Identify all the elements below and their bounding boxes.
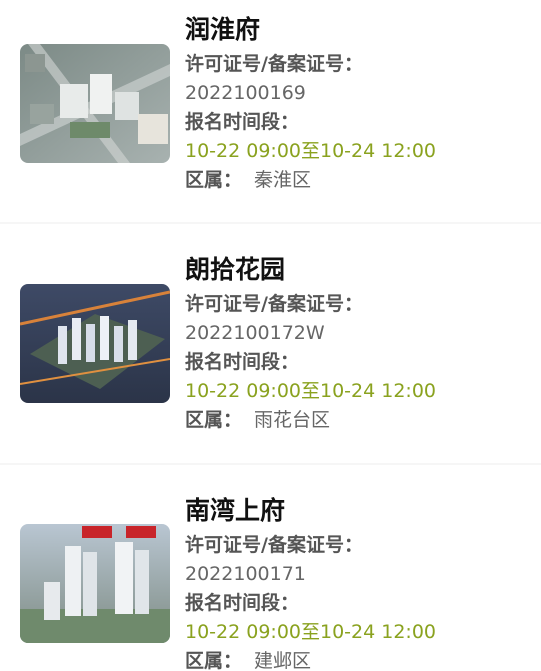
license-label: 许可证号/备案证号： bbox=[185, 53, 363, 75]
project-name: 润淮府 bbox=[185, 15, 261, 44]
license-label: 许可证号/备案证号： bbox=[185, 293, 363, 315]
district-value: 雨花台区 bbox=[254, 409, 331, 431]
district-value: 建邺区 bbox=[254, 650, 312, 671]
signup-time-label: 报名时间段： bbox=[185, 351, 300, 373]
project-list: 润淮府 许可证号/备案证号： 2022100169 报名时间段： 10-22 0… bbox=[0, 0, 541, 671]
project-name: 朗拾花园 bbox=[185, 255, 286, 284]
district-value: 秦淮区 bbox=[254, 169, 312, 191]
signup-time-value: 10-22 09:00至10-24 12:00 bbox=[185, 621, 437, 643]
aerial-view-image bbox=[20, 44, 170, 163]
project-card[interactable]: 润淮府 许可证号/备案证号： 2022100169 报名时间段： 10-22 0… bbox=[0, 0, 541, 222]
signup-time-value: 10-22 09:00至10-24 12:00 bbox=[185, 140, 437, 162]
signup-time-value: 10-22 09:00至10-24 12:00 bbox=[185, 380, 437, 402]
project-thumbnail[interactable] bbox=[20, 44, 170, 163]
project-card[interactable]: 朗拾花园 许可证号/备案证号： 2022100172W 报名时间段： 10-22… bbox=[0, 224, 541, 463]
signup-time-label: 报名时间段： bbox=[185, 111, 300, 133]
district-row: 区属： 秦淮区 bbox=[185, 168, 311, 192]
district-row: 区属： 雨花台区 bbox=[185, 408, 330, 432]
district-label: 区属： bbox=[185, 409, 243, 431]
license-number: 2022100172W bbox=[185, 322, 325, 344]
project-card[interactable]: 南湾上府 许可证号/备案证号： 2022100171 报名时间段： 10-22 … bbox=[0, 465, 541, 671]
project-thumbnail[interactable] bbox=[20, 284, 170, 403]
rendering-image bbox=[20, 524, 170, 643]
license-number: 2022100171 bbox=[185, 563, 306, 585]
license-number: 2022100169 bbox=[185, 82, 306, 104]
project-name: 南湾上府 bbox=[185, 496, 286, 525]
license-label: 许可证号/备案证号： bbox=[185, 534, 363, 556]
project-thumbnail[interactable] bbox=[20, 524, 170, 643]
night-aerial-image bbox=[20, 284, 170, 403]
district-label: 区属： bbox=[185, 169, 243, 191]
district-row: 区属： 建邺区 bbox=[185, 649, 311, 671]
district-label: 区属： bbox=[185, 650, 243, 671]
signup-time-label: 报名时间段： bbox=[185, 592, 300, 614]
